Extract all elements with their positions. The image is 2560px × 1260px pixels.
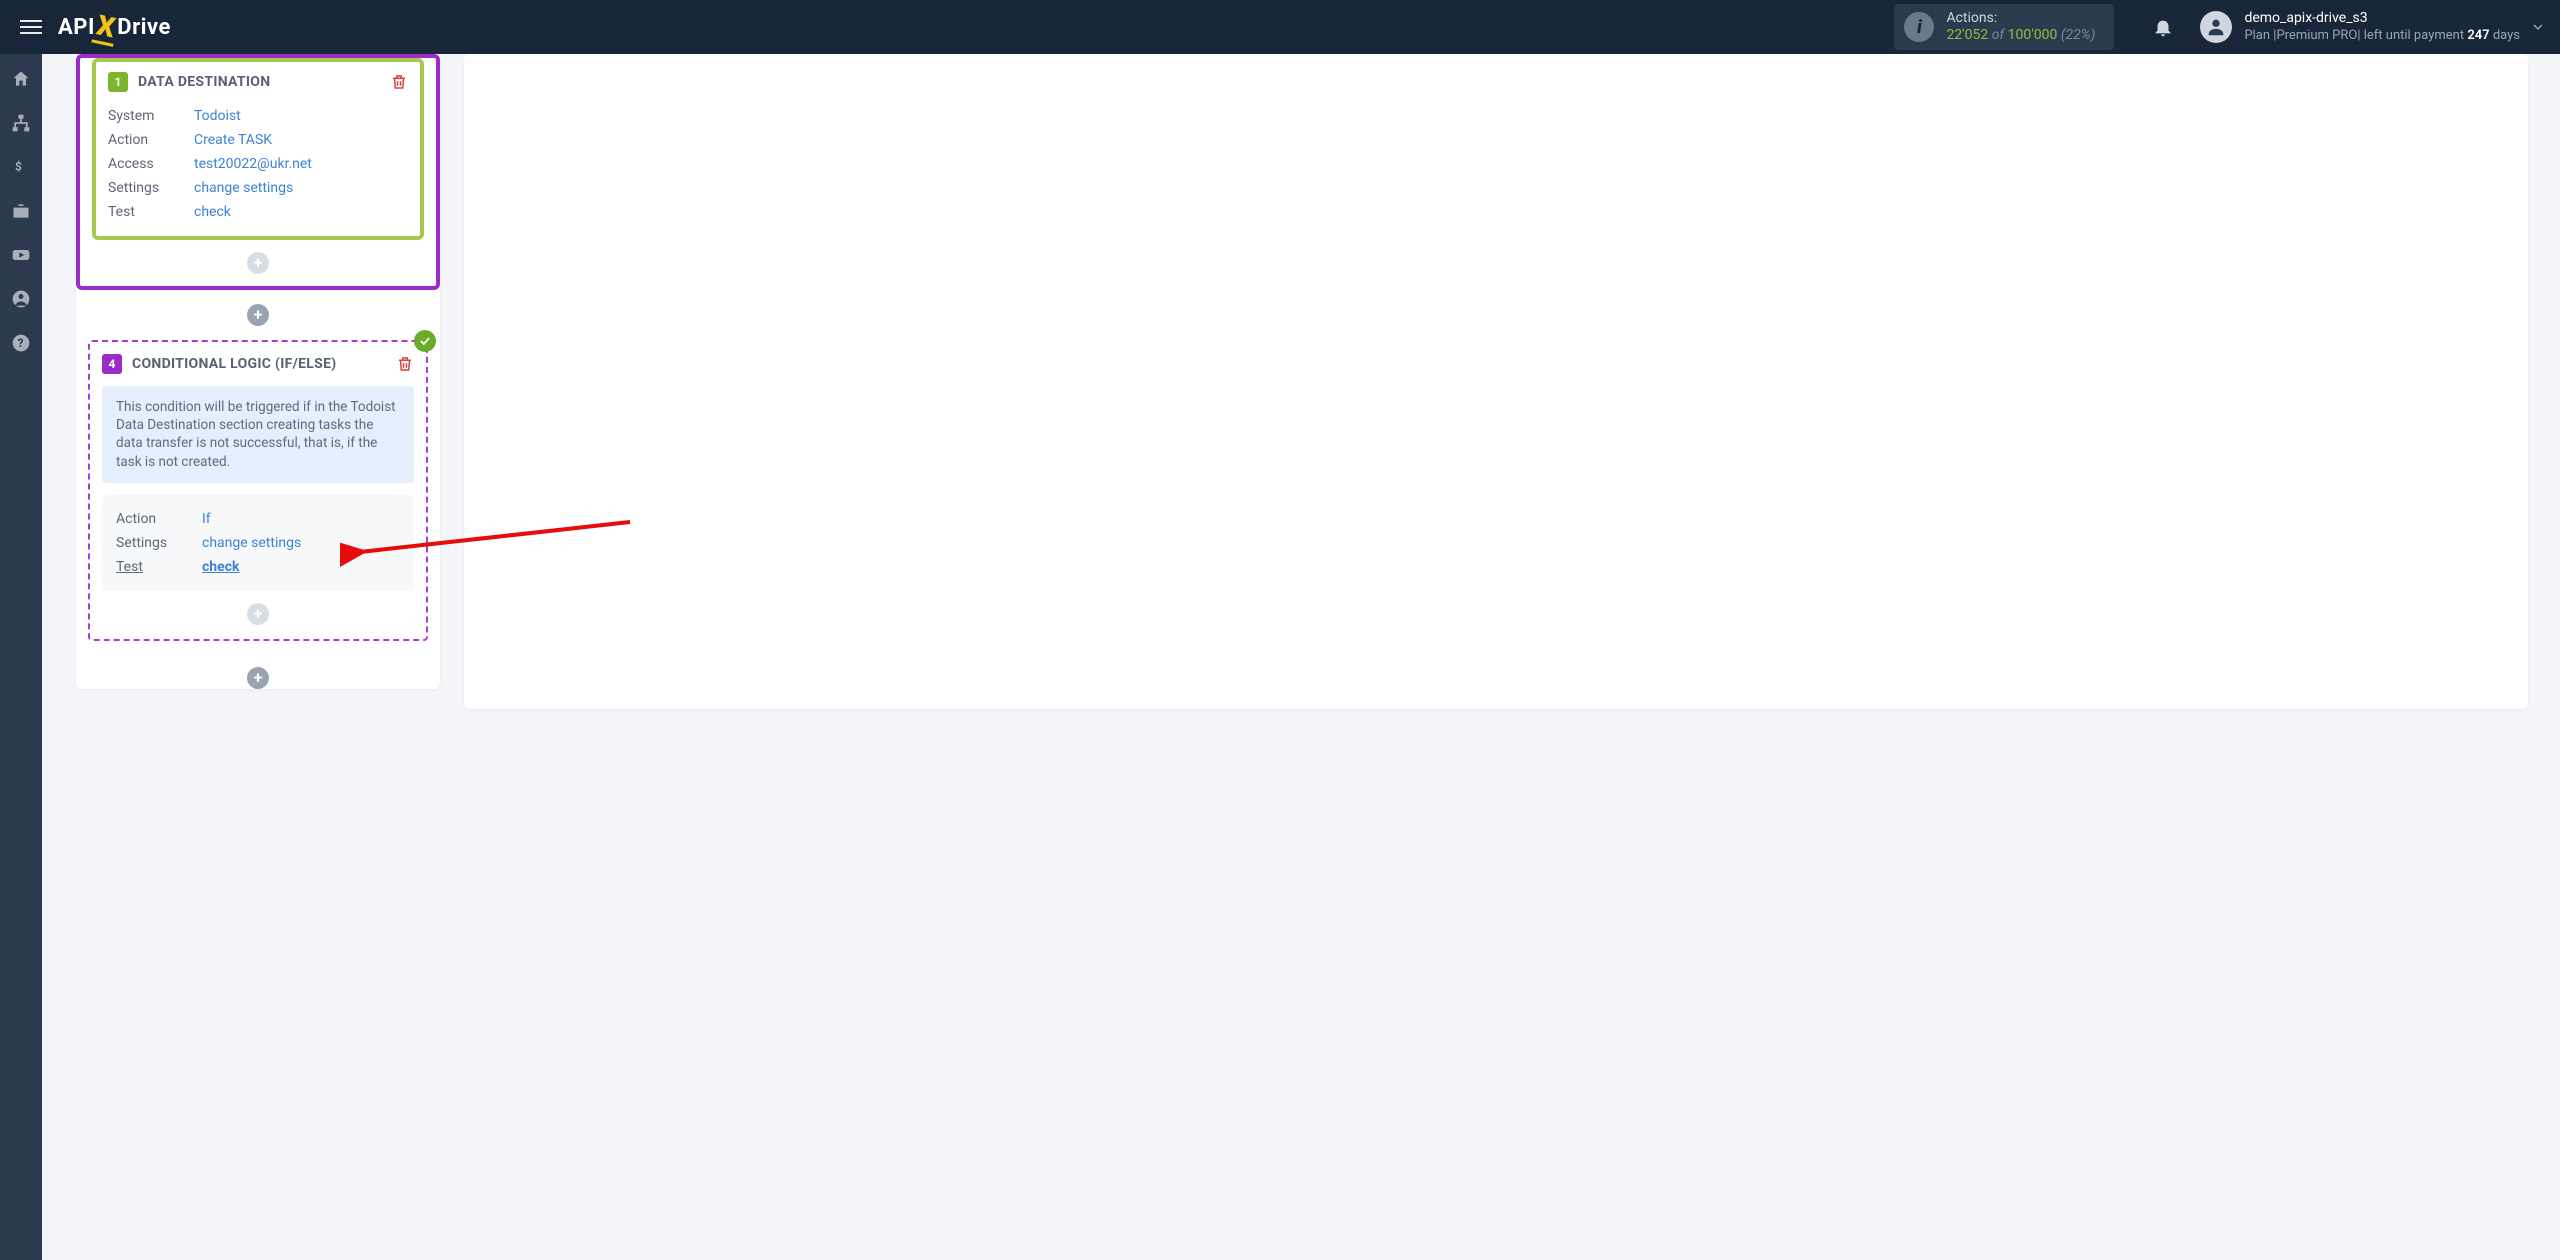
delete-icon[interactable]	[390, 73, 408, 91]
add-group-button[interactable]: +	[247, 667, 269, 689]
nav-video-icon[interactable]	[10, 244, 32, 266]
step-details: SystemTodoist ActionCreate TASK Accesste…	[108, 104, 408, 224]
right-column	[464, 54, 2528, 709]
step-badge: 1	[108, 72, 128, 92]
actions-pct: (22%)	[2061, 27, 2096, 43]
actions-usage[interactable]: i Actions: 22'052 of 100'000 (22%)	[1894, 4, 2114, 50]
add-group-button[interactable]: +	[247, 304, 269, 326]
actions-count: 22'052	[1946, 27, 1988, 43]
svg-text:?: ?	[18, 336, 24, 350]
k-cond-settings: Settings	[116, 535, 202, 551]
cond-info: This condition will be triggered if in t…	[102, 386, 414, 483]
v-cond-test[interactable]: check	[202, 559, 239, 575]
v-cond-action[interactable]: If	[202, 511, 211, 527]
step-group-purple: 1 DATA DESTINATION SystemTodoist ActionC…	[76, 54, 440, 290]
step-header: 1 DATA DESTINATION	[108, 72, 408, 92]
step-conditional[interactable]: 4 CONDITIONAL LOGIC (IF/ELSE) This condi…	[88, 340, 428, 641]
cond-details: ActionIf Settingschange settings Testche…	[102, 495, 414, 591]
v-access[interactable]: test20022@ukr.net	[194, 156, 312, 172]
v-action[interactable]: Create TASK	[194, 132, 272, 148]
add-step-button[interactable]: +	[247, 252, 269, 274]
k-access: Access	[108, 156, 194, 172]
add-step-button[interactable]: +	[247, 603, 269, 625]
k-cond-action: Action	[116, 511, 202, 527]
k-settings: Settings	[108, 180, 194, 196]
notifications-icon[interactable]	[2152, 16, 2174, 38]
step-conditional-wrapper: 4 CONDITIONAL LOGIC (IF/ELSE) This condi…	[76, 340, 440, 653]
v-test[interactable]: check	[194, 204, 231, 220]
user-menu[interactable]: demo_apix-drive_s3 Plan |Premium PRO| le…	[2200, 10, 2520, 44]
nav-briefcase-icon[interactable]	[10, 200, 32, 222]
left-column: 1 DATA DESTINATION SystemTodoist ActionC…	[76, 54, 440, 713]
workflow-card: 1 DATA DESTINATION SystemTodoist ActionC…	[76, 54, 440, 689]
k-test: Test	[108, 204, 194, 220]
cond-header: 4 CONDITIONAL LOGIC (IF/ELSE)	[102, 354, 414, 374]
v-cond-settings[interactable]: change settings	[202, 535, 301, 551]
actions-text: Actions: 22'052 of 100'000 (22%)	[1946, 10, 2095, 44]
menu-toggle[interactable]	[10, 10, 52, 44]
delete-icon[interactable]	[396, 355, 414, 373]
actions-label: Actions:	[1946, 10, 1997, 26]
logo-text-api: API	[58, 15, 95, 40]
page: 1 DATA DESTINATION SystemTodoist ActionC…	[0, 0, 2560, 753]
step-title: DATA DESTINATION	[138, 74, 270, 90]
actions-of: of	[1992, 27, 2004, 43]
side-nav: $ ?	[0, 54, 42, 1260]
svg-text:$: $	[15, 160, 22, 174]
nav-sitemap-icon[interactable]	[10, 112, 32, 134]
cond-badge: 4	[102, 354, 122, 374]
user-plan: Plan |Premium PRO| left until payment 24…	[2244, 28, 2520, 44]
v-system[interactable]: Todoist	[194, 108, 241, 124]
avatar-icon	[2200, 11, 2232, 43]
check-icon	[414, 330, 436, 352]
app-header: API X Drive i Actions: 22'052 of 100'000…	[0, 0, 2560, 54]
logo-text-x: X	[94, 8, 119, 44]
nav-home-icon[interactable]	[10, 68, 32, 90]
user-name: demo_apix-drive_s3	[2244, 10, 2520, 28]
actions-limit: 100'000	[2008, 27, 2058, 43]
chevron-down-icon[interactable]	[2530, 19, 2546, 35]
user-text: demo_apix-drive_s3 Plan |Premium PRO| le…	[2244, 10, 2520, 44]
k-action: Action	[108, 132, 194, 148]
k-cond-test: Test	[116, 559, 202, 575]
preview-panel	[464, 54, 2528, 709]
nav-help-icon[interactable]: ?	[10, 332, 32, 354]
k-system: System	[108, 108, 194, 124]
nav-billing-icon[interactable]: $	[10, 156, 32, 178]
v-settings[interactable]: change settings	[194, 180, 293, 196]
logo[interactable]: API X Drive	[58, 11, 171, 44]
info-icon: i	[1904, 12, 1934, 42]
logo-text-drive: Drive	[117, 15, 171, 40]
nav-account-icon[interactable]	[10, 288, 32, 310]
content: 1 DATA DESTINATION SystemTodoist ActionC…	[42, 54, 2560, 753]
step-data-destination[interactable]: 1 DATA DESTINATION SystemTodoist ActionC…	[92, 58, 424, 240]
cond-title: CONDITIONAL LOGIC (IF/ELSE)	[132, 356, 336, 372]
